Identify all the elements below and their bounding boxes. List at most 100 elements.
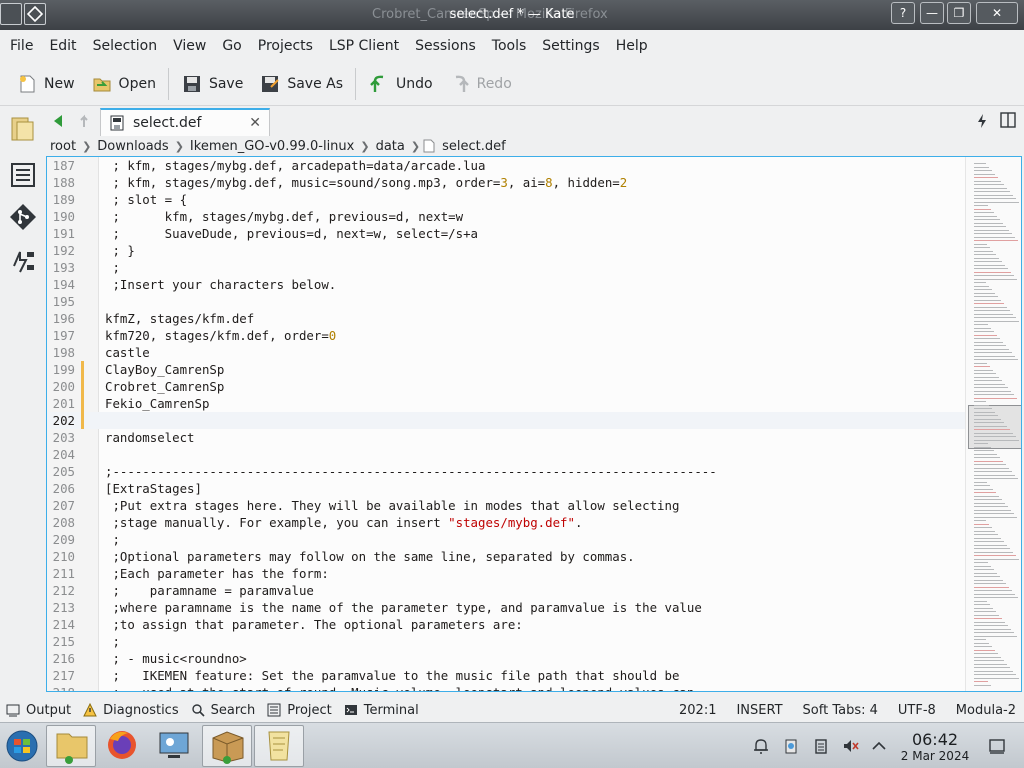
menu-selection[interactable]: Selection — [85, 38, 166, 54]
chevron-up-icon[interactable] — [870, 737, 888, 755]
code-line[interactable]: 191 ; SuaveDude, previous=d, next=w, sel… — [47, 225, 965, 242]
code-line[interactable]: 214 ;to assign that parameter. The optio… — [47, 616, 965, 633]
menu-sessions[interactable]: Sessions — [407, 38, 484, 54]
menu-lsp-client[interactable]: LSP Client — [321, 38, 407, 54]
menu-settings[interactable]: Settings — [534, 38, 607, 54]
code-line[interactable]: 195 — [47, 293, 965, 310]
code-line[interactable]: 208 ;stage manually. For example, you ca… — [47, 514, 965, 531]
menu-edit[interactable]: Edit — [41, 38, 84, 54]
new-button[interactable]: New — [8, 66, 83, 102]
filesystem-browser-icon[interactable] — [8, 114, 38, 144]
syntax-mode[interactable]: Modula-2 — [936, 703, 1016, 718]
input-mode[interactable]: INSERT — [716, 703, 782, 718]
notification-bell-icon[interactable] — [752, 737, 770, 755]
clock[interactable]: 06:42 2 Mar 2024 — [890, 731, 980, 764]
document-list-icon[interactable] — [8, 160, 38, 190]
file-manager-task[interactable] — [46, 725, 96, 767]
undo-button[interactable]: Undo — [360, 66, 441, 102]
code-line[interactable]: 210 ;Optional parameters may follow on t… — [47, 548, 965, 565]
code-area[interactable]: 187 ; kfm, stages/mybg.def, arcadepath=d… — [47, 157, 965, 691]
code-line[interactable]: 201 Fekio_CamrenSp — [47, 395, 965, 412]
code-line[interactable]: 192 ; } — [47, 242, 965, 259]
breadcrumb-item[interactable]: Ikemen_GO-v0.99.0-linux — [187, 139, 357, 154]
breadcrumb-item[interactable]: data — [373, 139, 408, 154]
help-button[interactable]: ? — [891, 2, 915, 24]
code-line[interactable]: 212 ; paramname = paramvalue — [47, 582, 965, 599]
minimap-line — [974, 481, 987, 483]
open-button[interactable]: Open — [83, 66, 164, 102]
cursor-position[interactable]: 202:1 — [659, 703, 716, 718]
code-line[interactable]: 207 ;Put extra stages here. They will be… — [47, 497, 965, 514]
breadcrumb-item[interactable]: select.def — [439, 139, 509, 154]
menu-view[interactable]: View — [165, 38, 214, 54]
terminal-tab[interactable]: Terminal — [338, 703, 425, 718]
clipboard-icon[interactable] — [782, 737, 800, 755]
code-line[interactable]: 203 randomselect — [47, 429, 965, 446]
minimize-button[interactable]: — — [920, 2, 944, 24]
output-tab[interactable]: Output — [0, 703, 77, 718]
diagnostics-tab[interactable]: Diagnostics — [77, 703, 184, 718]
minimap-line — [974, 660, 1004, 661]
redo-button[interactable]: Redo — [441, 66, 520, 102]
code-line[interactable]: 187 ; kfm, stages/mybg.def, arcadepath=d… — [47, 157, 965, 174]
maximize-button[interactable]: ❐ — [947, 2, 971, 24]
tab-label: select.def — [133, 115, 202, 131]
code-line[interactable]: 204 — [47, 446, 965, 463]
save-button[interactable]: Save — [173, 66, 251, 102]
code-line[interactable]: 193 ; — [47, 259, 965, 276]
show-desktop-icon[interactable] — [988, 737, 1006, 755]
minimap-line — [974, 289, 992, 290]
menu-go[interactable]: Go — [214, 38, 249, 54]
code-line[interactable]: 194 ;Insert your characters below. — [47, 276, 965, 293]
menu-help[interactable]: Help — [608, 38, 656, 54]
code-line[interactable]: 188 ; kfm, stages/mybg.def, music=sound/… — [47, 174, 965, 191]
save-as-button[interactable]: Save As — [251, 66, 351, 102]
code-line[interactable]: 217 ; IKEMEN feature: Set the paramvalue… — [47, 667, 965, 684]
archive-manager-task[interactable] — [202, 725, 252, 767]
line-text: ; paramname = paramvalue — [105, 583, 314, 598]
code-line[interactable]: 199 ClayBoy_CamrenSp — [47, 361, 965, 378]
menu-tools[interactable]: Tools — [484, 38, 535, 54]
breadcrumb-item[interactable]: Downloads — [94, 139, 171, 154]
kate-editor-task[interactable] — [254, 725, 304, 767]
code-line[interactable]: 189 ; slot = { — [47, 191, 965, 208]
menu-projects[interactable]: Projects — [250, 38, 321, 54]
tab-close-icon[interactable]: ✕ — [249, 115, 261, 131]
code-line[interactable]: 197 kfm720, stages/kfm.def, order=0 — [47, 327, 965, 344]
code-line[interactable]: 206 [ExtraStages] — [47, 480, 965, 497]
code-line[interactable]: 202 — [47, 412, 965, 429]
tab-select-def[interactable]: select.def ✕ — [100, 108, 270, 136]
code-line[interactable]: 190 ; kfm, stages/mybg.def, previous=d, … — [47, 208, 965, 225]
minimap-line — [974, 656, 1001, 658]
indentation-setting[interactable]: Soft Tabs: 4 — [783, 703, 878, 718]
code-line[interactable]: 200 Crobret_CamrenSp — [47, 378, 965, 395]
volume-muted-icon[interactable] — [842, 737, 860, 755]
code-line[interactable]: 215 ; — [47, 633, 965, 650]
git-icon[interactable] — [8, 202, 38, 232]
clipboard-history-icon[interactable] — [812, 737, 830, 755]
split-view-icon[interactable] — [1000, 112, 1016, 132]
quick-open-icon[interactable] — [976, 113, 988, 133]
encoding[interactable]: UTF-8 — [878, 703, 936, 718]
start-menu-button[interactable] — [0, 725, 44, 767]
code-line[interactable]: 209 ; — [47, 531, 965, 548]
search-tab[interactable]: Search — [185, 703, 262, 718]
code-line[interactable]: 196 kfmZ, stages/kfm.def — [47, 310, 965, 327]
code-editor[interactable]: 187 ; kfm, stages/mybg.def, arcadepath=d… — [46, 156, 1022, 692]
minimap-scrollbar[interactable] — [965, 157, 1021, 691]
close-button[interactable]: ✕ — [976, 2, 1018, 24]
tab-history-icon[interactable] — [80, 112, 94, 132]
menu-file[interactable]: File — [2, 38, 41, 54]
breadcrumb-item[interactable]: root — [47, 139, 79, 154]
code-line[interactable]: 205 ;------------------------------------… — [47, 463, 965, 480]
system-settings-task-icon[interactable] — [150, 725, 200, 767]
code-line[interactable]: 213 ;where paramname is the name of the … — [47, 599, 965, 616]
firefox-task-icon[interactable] — [98, 725, 148, 767]
code-line[interactable]: 198 castle — [47, 344, 965, 361]
tab-scroll-left-icon[interactable] — [52, 114, 64, 132]
code-line[interactable]: 211 ;Each parameter has the form: — [47, 565, 965, 582]
project-tab[interactable]: Project — [261, 703, 337, 718]
symbol-outline-icon[interactable] — [8, 246, 38, 276]
code-line[interactable]: 216 ; - music<roundno> — [47, 650, 965, 667]
code-line[interactable]: 218 ; used at the start of round. Music … — [47, 684, 965, 691]
